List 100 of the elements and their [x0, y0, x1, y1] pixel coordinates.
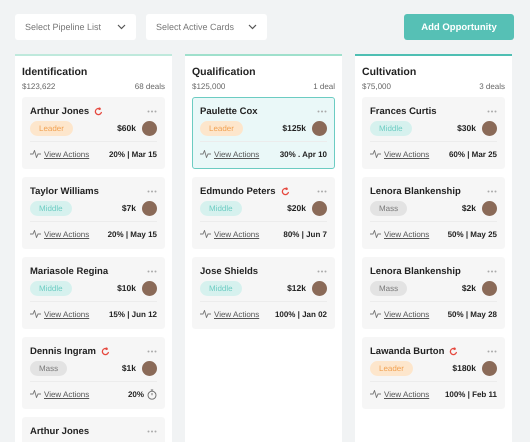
contact-name: Edmundo Peters — [200, 186, 276, 196]
contact-name: Mariasole Regina — [30, 266, 108, 276]
avatar — [312, 120, 327, 136]
tier-tag: Mass — [370, 280, 408, 296]
avatar — [482, 280, 497, 296]
view-actions-link[interactable]: View Actions — [44, 310, 90, 318]
deal-card[interactable]: Arthur Jones — [22, 417, 165, 442]
progress-date: 50% | May 28 — [448, 310, 497, 318]
deal-count: 68 deals — [134, 82, 165, 91]
column-title: Qualification — [192, 66, 257, 78]
activity-icon — [30, 150, 41, 158]
more-icon[interactable] — [317, 190, 327, 192]
column-total: $123,622 — [22, 82, 56, 91]
progress-date: 100% | Jan 02 — [274, 310, 327, 318]
activity-icon — [200, 230, 211, 238]
more-icon[interactable] — [317, 110, 327, 112]
progress-date: 20% — [128, 390, 144, 398]
view-actions-link[interactable]: View Actions — [214, 150, 260, 158]
select-dropdown[interactable]: Select Pipeline List — [15, 14, 136, 40]
avatar — [482, 120, 497, 136]
view-actions-link[interactable]: View Actions — [214, 310, 260, 318]
deal-card[interactable]: Mariasole Regina Middle $10k View Actions 15% | Jun 12 — [22, 257, 165, 329]
deal-amount: $1k — [122, 363, 136, 373]
deal-card[interactable]: Lawanda Burton Leader $180k View Actions 100% | Feb 11 — [362, 337, 505, 409]
deal-card[interactable]: Arthur Jones Leader $60k View Actions 20% | Mar 15 — [22, 97, 165, 169]
tier-tag: Middle — [30, 280, 72, 296]
view-actions-link[interactable]: View Actions — [384, 390, 430, 398]
deal-amount: $10k — [117, 283, 136, 293]
more-icon[interactable] — [487, 350, 497, 352]
contact-name: Frances Curtis — [370, 106, 437, 116]
avatar — [482, 360, 497, 376]
tier-tag: Mass — [370, 200, 408, 216]
tier-tag: Middle — [30, 200, 72, 216]
deal-amount: $60k — [117, 123, 136, 133]
deal-amount: $7k — [122, 203, 136, 213]
more-icon[interactable] — [147, 190, 157, 192]
tier-tag: Leader — [200, 120, 243, 136]
more-icon[interactable] — [147, 430, 157, 432]
column-title: Cultivation — [362, 66, 418, 78]
deal-amount: $2k — [462, 203, 476, 213]
progress-date: 15% | Jun 12 — [108, 310, 157, 318]
chevron-down-icon — [117, 24, 126, 30]
contact-name: Paulette Cox — [200, 106, 258, 116]
avatar — [142, 280, 157, 296]
deal-card[interactable]: Taylor Williams Middle $7k View Actions 20% | May 15 — [22, 177, 165, 249]
more-icon[interactable] — [487, 270, 497, 272]
view-actions-link[interactable]: View Actions — [214, 230, 260, 238]
contact-name: Jose Shields — [200, 266, 258, 276]
progress-date: 80% | Jun 7 — [283, 230, 327, 238]
tier-tag: Middle — [200, 200, 242, 216]
activity-icon — [30, 230, 41, 238]
activity-icon — [370, 150, 381, 158]
activity-icon — [370, 230, 381, 238]
more-icon[interactable] — [147, 350, 157, 352]
activity-icon — [370, 310, 381, 318]
more-icon[interactable] — [147, 270, 157, 272]
contact-name: Lenora Blankenship — [370, 186, 461, 196]
view-actions-link[interactable]: View Actions — [44, 230, 90, 238]
deal-card[interactable]: Lenora Blankenship Mass $2k View Actions 50% | May 25 — [362, 177, 505, 249]
contact-name: Arthur Jones — [30, 426, 90, 436]
deal-card[interactable]: Dennis Ingram Mass $1k View Actions 20% — [22, 337, 165, 409]
deal-card[interactable]: Paulette Cox Leader $125k View Actions 30% . Apr 10 — [192, 97, 335, 169]
deal-card[interactable]: Edmundo Peters Middle $20k View Actions 80% | Jun 7 — [192, 177, 335, 249]
view-actions-link[interactable]: View Actions — [44, 150, 90, 158]
progress-date: 30% . Apr 10 — [280, 150, 327, 158]
deal-count: 3 deals — [479, 82, 505, 91]
chevron-down-icon — [248, 24, 257, 30]
contact-name: Lawanda Burton — [370, 346, 444, 356]
deal-amount: $30k — [457, 123, 476, 133]
activity-icon — [200, 150, 211, 158]
deal-card[interactable]: Jose Shields Middle $12k View Actions 100% | Jan 02 — [192, 257, 335, 329]
view-actions-link[interactable]: View Actions — [384, 230, 430, 238]
avatar — [142, 120, 157, 136]
more-icon[interactable] — [487, 190, 497, 192]
more-icon[interactable] — [147, 110, 157, 112]
activity-icon — [200, 310, 211, 318]
contact-name: Dennis Ingram — [30, 346, 96, 356]
avatar — [312, 200, 327, 216]
column-total: $75,000 — [362, 82, 391, 91]
select-dropdown[interactable]: Select Active Cards — [146, 14, 267, 40]
column-total: $125,000 — [192, 82, 226, 91]
deal-card[interactable]: Frances Curtis Middle $30k View Actions 60% | Mar 25 — [362, 97, 505, 169]
column-title: Identification — [22, 66, 88, 78]
deal-amount: $180k — [452, 363, 476, 373]
activity-icon — [30, 310, 41, 318]
deal-amount: $2k — [462, 283, 476, 293]
deal-count: 1 deal — [313, 82, 335, 91]
avatar — [312, 280, 327, 296]
view-actions-link[interactable]: View Actions — [44, 390, 90, 398]
tier-tag: Mass — [30, 360, 68, 376]
more-icon[interactable] — [487, 110, 497, 112]
deal-card[interactable]: Lenora Blankenship Mass $2k View Actions 50% | May 28 — [362, 257, 505, 329]
more-icon[interactable] — [317, 270, 327, 272]
view-actions-link[interactable]: View Actions — [384, 310, 430, 318]
progress-date: 50% | May 25 — [448, 230, 497, 238]
activity-icon — [30, 390, 41, 398]
progress-date: 60% | Mar 25 — [448, 150, 497, 158]
tier-tag: Middle — [370, 120, 412, 136]
tier-tag: Middle — [200, 280, 242, 296]
view-actions-link[interactable]: View Actions — [384, 150, 430, 158]
